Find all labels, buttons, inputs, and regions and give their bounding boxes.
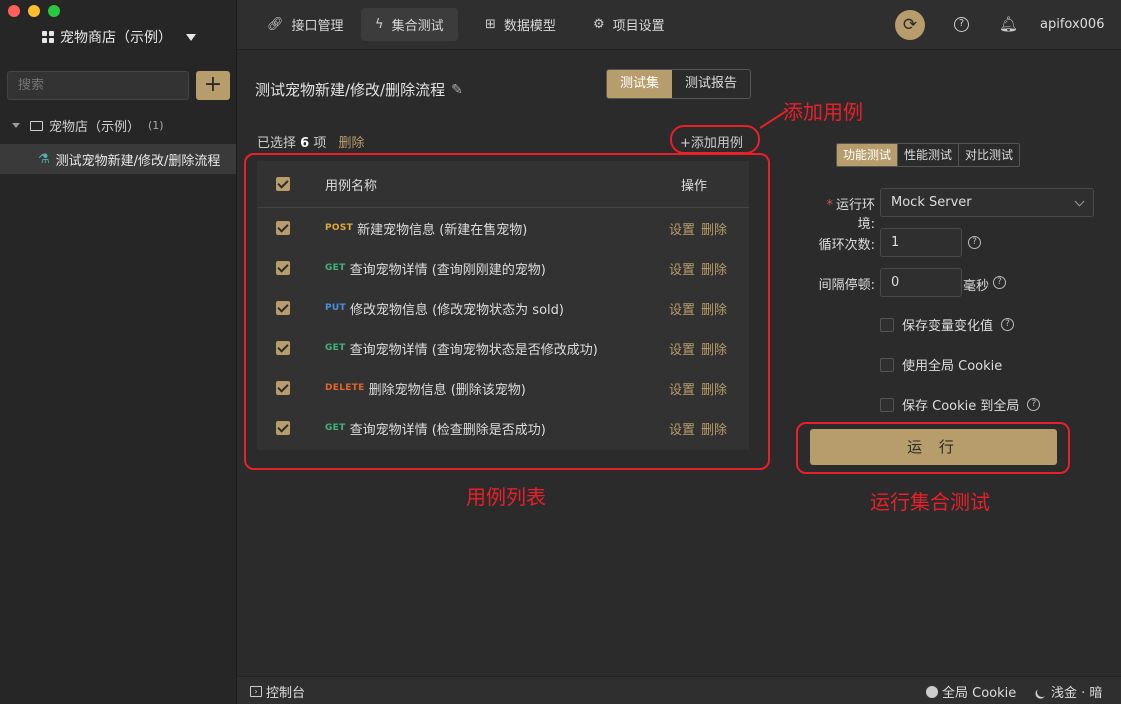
annotation-arrow	[759, 109, 789, 129]
cookie-icon	[926, 685, 938, 698]
theme-switcher[interactable]: 浅金 · 暗	[1035, 682, 1102, 701]
console-label: 控制台	[266, 686, 306, 701]
annotation-case-list: 用例列表	[466, 485, 546, 509]
console-button[interactable]: › 控制台	[250, 682, 305, 701]
moon-icon	[1036, 685, 1049, 698]
theme-label: 浅金 · 暗	[1051, 686, 1103, 701]
terminal-icon: ›	[250, 686, 262, 697]
global-cookie-button[interactable]: 全局 Cookie	[926, 682, 1016, 701]
cookie-label: 全局 Cookie	[942, 686, 1017, 701]
annotation-run-suite: 运行集合测试	[870, 490, 990, 514]
status-bar: › 控制台 全局 Cookie 浅金 · 暗	[237, 676, 1121, 704]
annotation-add-case: 添加用例	[783, 100, 863, 124]
